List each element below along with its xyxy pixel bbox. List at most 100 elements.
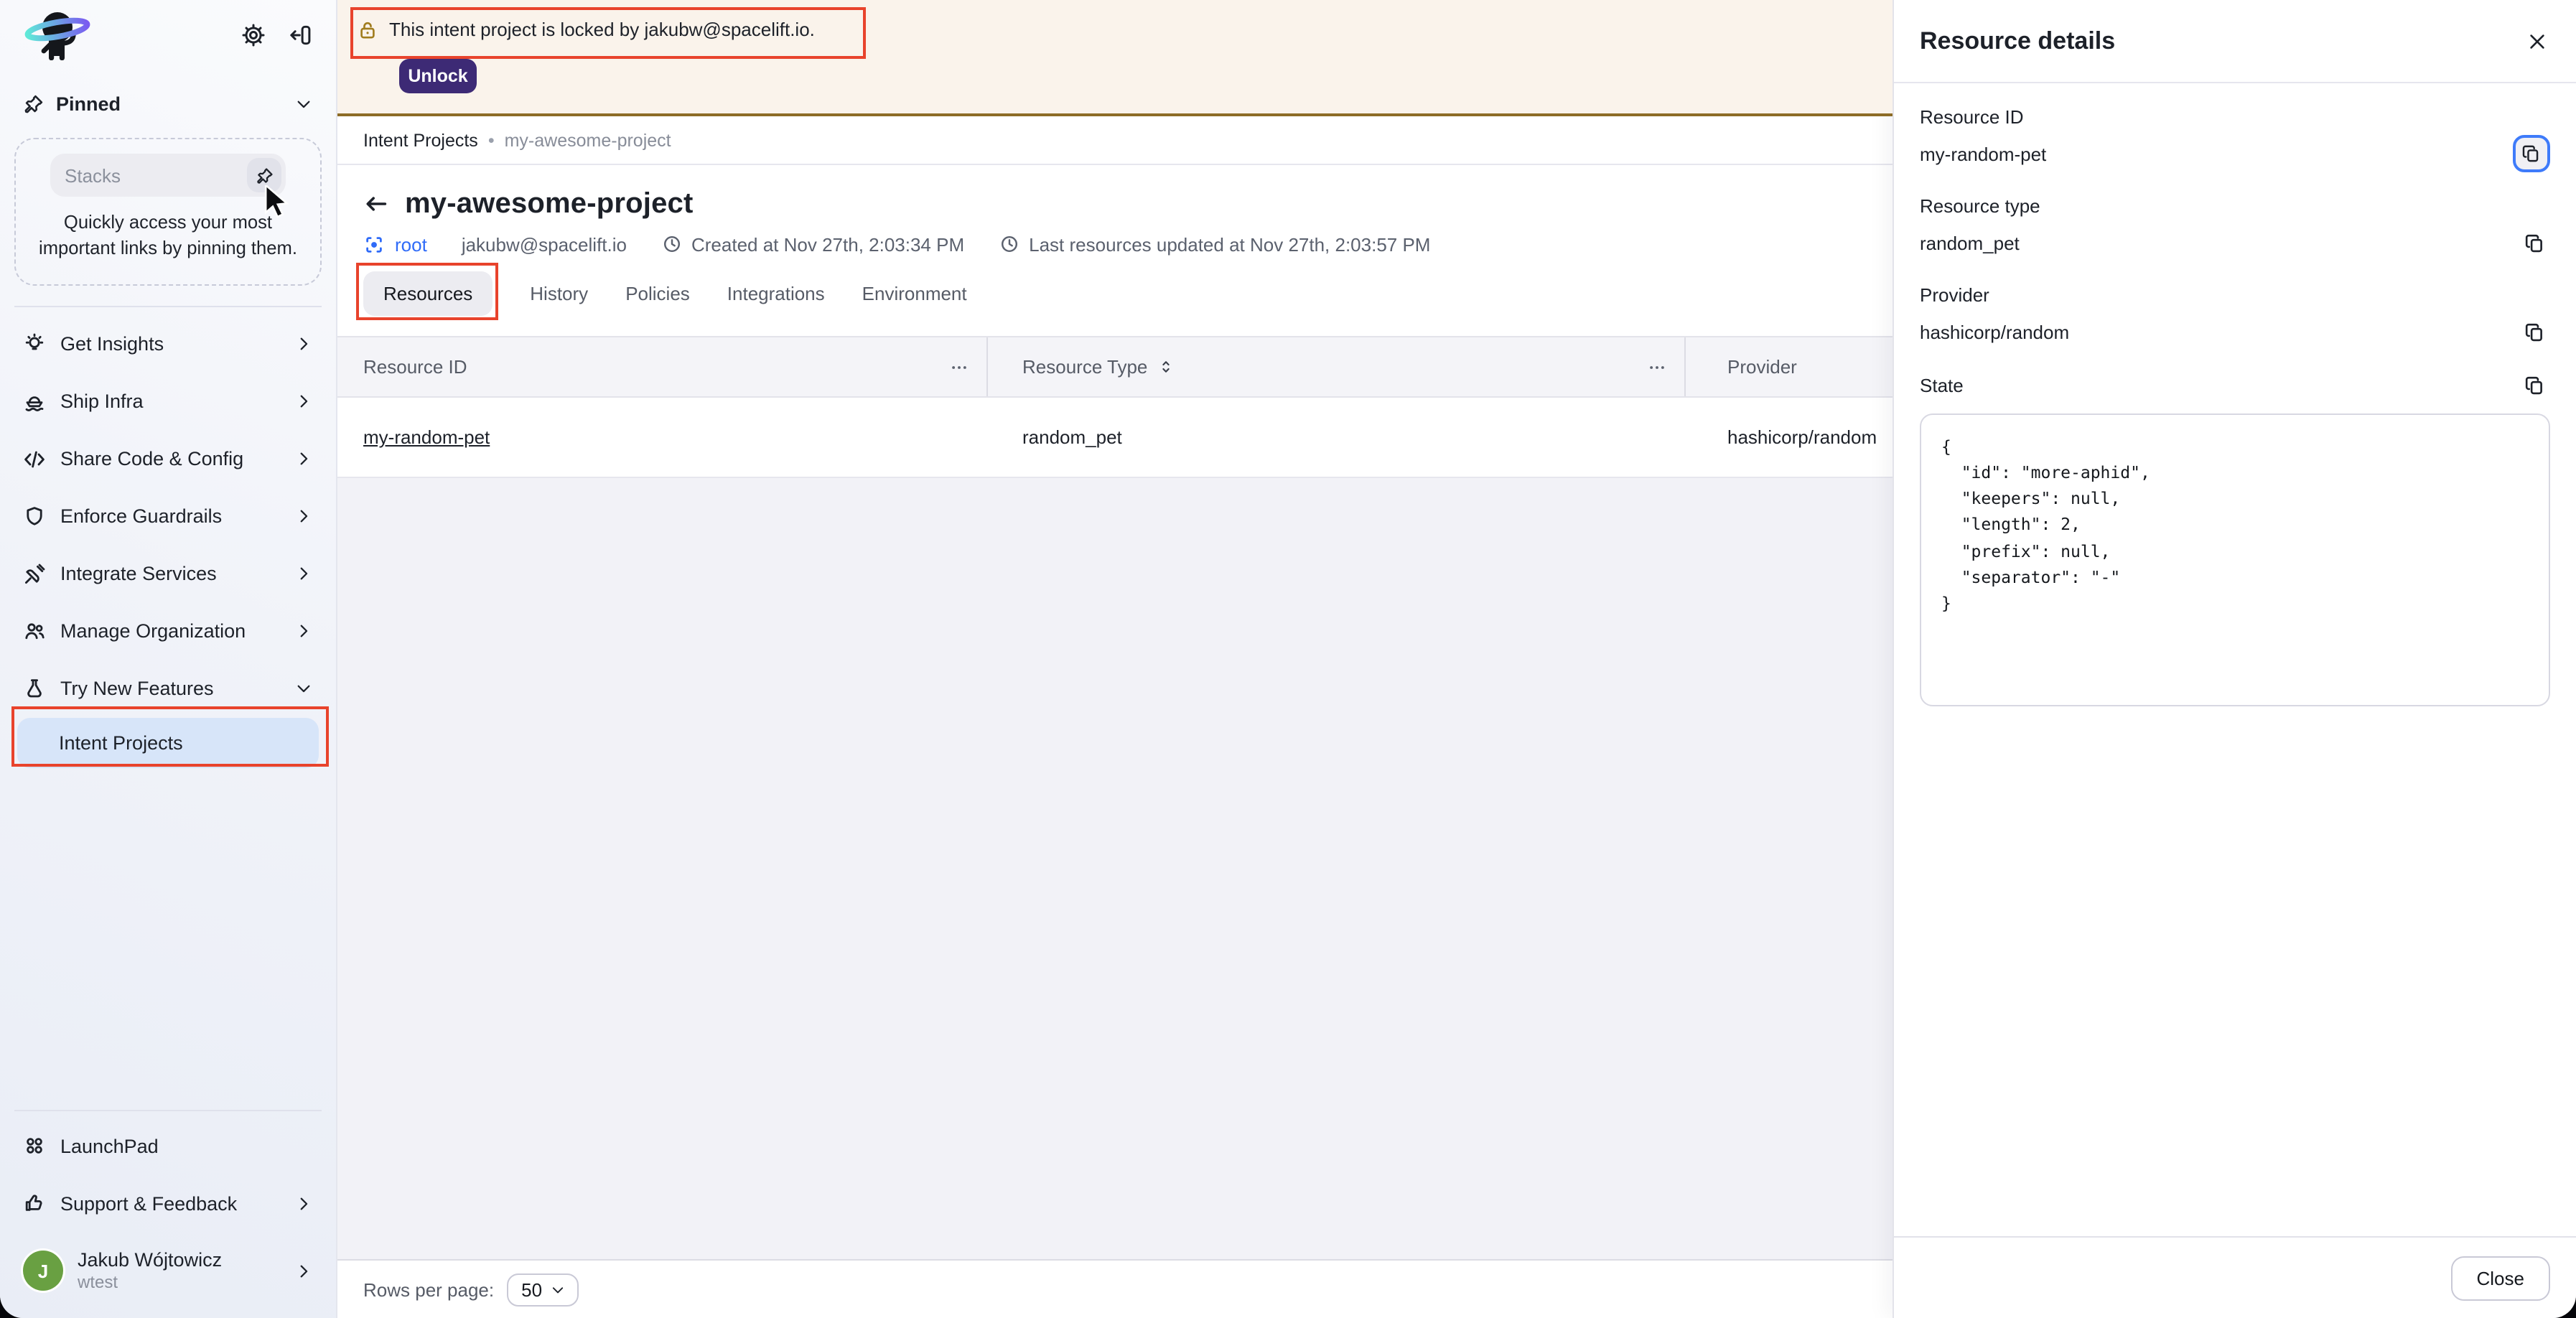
rows-per-page-select[interactable]: 50 [507, 1273, 578, 1306]
tab-policies[interactable]: Policies [625, 283, 690, 304]
chevron-right-icon [294, 565, 313, 584]
tab-integrations[interactable]: Integrations [727, 283, 825, 304]
locked-banner: This intent project is locked by jakubw@… [337, 0, 1893, 116]
tab-resources[interactable]: Resources [363, 271, 493, 316]
copy-icon [2521, 144, 2542, 164]
owner-email: jakubw@spacelift.io [462, 233, 627, 255]
stacks-pin-example[interactable]: Stacks [50, 154, 286, 197]
resource-id-link[interactable]: my-random-pet [363, 426, 490, 448]
settings-button[interactable] [238, 19, 269, 50]
chevron-right-icon [294, 335, 313, 354]
column-header-provider[interactable]: Provider [1727, 356, 1797, 378]
sidebar-item-ship-infra[interactable]: Ship Infra [0, 373, 336, 431]
provider-cell: hashicorp/random [1727, 426, 1877, 448]
thumbs-up-icon [23, 1192, 46, 1215]
resource-type-value: random_pet [1920, 232, 2020, 253]
copy-resource-type-button[interactable] [2520, 228, 2550, 258]
ship-icon [23, 391, 46, 413]
sidebar-item-intent-projects[interactable]: Intent Projects [17, 718, 319, 768]
clock-icon [661, 234, 681, 254]
back-button[interactable] [363, 191, 389, 217]
lightbulb-icon [23, 333, 46, 356]
copy-resource-id-button[interactable] [2513, 135, 2550, 172]
chevron-right-icon [294, 1194, 313, 1212]
chevron-down-icon [294, 680, 313, 698]
tab-history[interactable]: History [530, 283, 588, 304]
sidebar-item-launchpad[interactable]: LaunchPad [0, 1117, 336, 1174]
locked-banner-message: This intent project is locked by jakubw@… [389, 19, 815, 40]
close-panel-button[interactable]: Close [2451, 1256, 2551, 1300]
space-link[interactable]: root [395, 233, 427, 255]
pinned-label: Pinned [56, 93, 121, 114]
mouse-cursor [263, 185, 291, 218]
main-content: This intent project is locked by jakubw@… [337, 0, 1893, 1318]
page-header: my-awesome-project root jakubw@spacelift… [337, 165, 1893, 319]
sidebar-item-support-feedback[interactable]: Support & Feedback [0, 1174, 336, 1232]
page-title: my-awesome-project [405, 187, 694, 220]
chevron-right-icon [294, 1261, 313, 1280]
column-menu-icon[interactable] [949, 357, 969, 377]
panel-close-button[interactable] [2524, 28, 2550, 54]
shield-icon [23, 505, 46, 528]
resource-details-panel: Resource details Resource ID my-random-p… [1893, 0, 2576, 1318]
clock-icon [999, 234, 1019, 254]
sort-icon[interactable] [1157, 357, 1175, 376]
sidebar-item-manage-organization[interactable]: Manage Organization [0, 603, 336, 660]
resource-type-cell: random_pet [1022, 426, 1122, 448]
breadcrumb-separator: • [488, 130, 495, 150]
state-json-viewer[interactable]: { "id": "more-aphid", "keepers": null, "… [1920, 413, 2550, 706]
user-menu[interactable]: J Jakub Wójtowicz wtest [0, 1232, 336, 1309]
created-at-text: Created at Nov 27th, 2:03:34 PM [691, 233, 964, 255]
user-name: Jakub Wójtowicz [78, 1249, 280, 1271]
updated-at-text: Last resources updated at Nov 27th, 2:03… [1029, 233, 1430, 255]
copy-icon [2524, 232, 2546, 253]
sidebar-item-try-new-features[interactable]: Try New Features [0, 660, 336, 718]
chevron-right-icon [294, 450, 313, 469]
flask-icon [23, 678, 46, 701]
sidebar-divider [14, 306, 322, 307]
stacks-pill-label: Stacks [65, 164, 247, 186]
sidebar-item-share-code-config[interactable]: Share Code & Config [0, 431, 336, 488]
sidebar-bottom: LaunchPad Support & Feedback J Jakub Wój… [0, 1110, 336, 1318]
sidebar: Pinned Stacks [0, 0, 337, 1318]
provider-label: Provider [1920, 284, 2550, 306]
table-row[interactable]: my-random-pet random_pet hashicorp/rando… [337, 398, 1893, 478]
rows-per-page-label: Rows per page: [363, 1279, 494, 1300]
collapse-sidebar-button[interactable] [286, 19, 316, 50]
tab-environment[interactable]: Environment [862, 283, 967, 304]
sidebar-item-get-insights[interactable]: Get Insights [0, 316, 336, 373]
provider-value: hashicorp/random [1920, 321, 2069, 342]
space-icon [363, 233, 385, 255]
pin-icon [23, 93, 45, 114]
code-icon [23, 448, 46, 471]
state-label: State [1920, 375, 1964, 396]
plug-icon [23, 563, 46, 586]
sidebar-item-enforce-guardrails[interactable]: Enforce Guardrails [0, 488, 336, 546]
breadcrumb-root[interactable]: Intent Projects [363, 130, 478, 150]
app-window: Pinned Stacks [0, 0, 2576, 1318]
breadcrumb-current: my-awesome-project [505, 130, 671, 150]
gear-icon [241, 22, 266, 47]
sidebar-item-integrate-services[interactable]: Integrate Services [0, 546, 336, 603]
table-empty-area [337, 478, 1893, 1259]
column-menu-icon[interactable] [1647, 357, 1667, 377]
pagination-bar: Rows per page: 50 [337, 1259, 1893, 1318]
spacelift-logo[interactable] [20, 6, 95, 63]
chevron-right-icon [294, 508, 313, 526]
copy-state-button[interactable] [2520, 370, 2550, 401]
chevron-down-icon[interactable] [294, 94, 313, 113]
column-header-resource-type[interactable]: Resource Type [1022, 356, 1147, 378]
column-header-resource-id[interactable]: Resource ID [363, 356, 467, 378]
pin-icon [255, 166, 274, 184]
table-header: Resource ID Resource Type Provider [337, 336, 1893, 398]
copy-provider-button[interactable] [2520, 317, 2550, 347]
resource-id-value: my-random-pet [1920, 143, 2046, 164]
resource-id-label: Resource ID [1920, 106, 2550, 128]
pinned-section-header[interactable]: Pinned [0, 83, 336, 123]
unlock-button[interactable]: Unlock [399, 59, 477, 93]
launchpad-icon [23, 1134, 46, 1157]
copy-icon [2524, 375, 2546, 396]
breadcrumb: Intent Projects • my-awesome-project [337, 116, 1893, 165]
avatar: J [23, 1251, 63, 1291]
tab-bar: Resources History Policies Integrations … [363, 268, 1867, 319]
